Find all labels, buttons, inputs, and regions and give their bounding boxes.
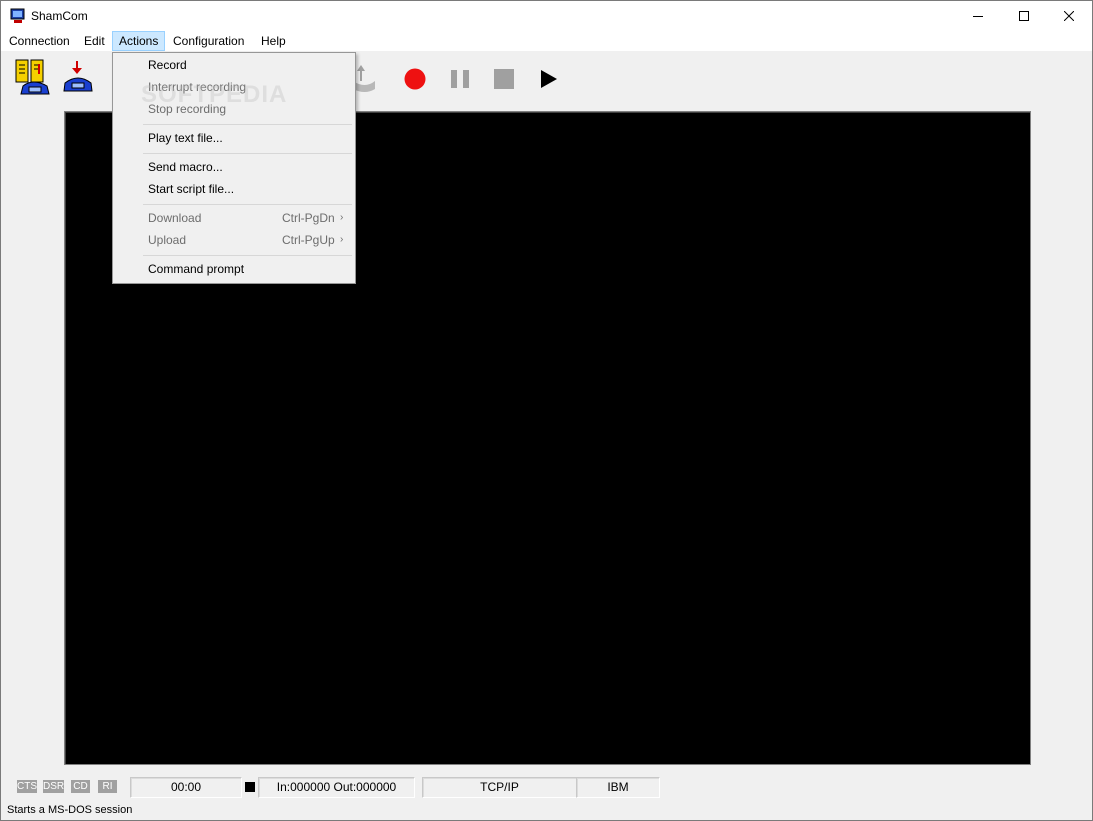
menu-item-send-macro[interactable]: Send macro... (115, 156, 353, 178)
menu-configuration[interactable]: Configuration (167, 32, 250, 50)
protocol-panel: TCP/IP (422, 777, 577, 798)
led-cts: CTS (17, 780, 37, 793)
stop-button[interactable] (491, 66, 517, 92)
menu-item-upload[interactable]: Upload Ctrl-PgUp › (115, 229, 353, 251)
menu-separator (143, 124, 352, 125)
record-icon (404, 68, 426, 90)
led-cd: CD (71, 780, 90, 793)
maximize-icon (1019, 11, 1029, 21)
menu-separator (143, 153, 352, 154)
phonebook-icon (15, 59, 50, 95)
emulation-panel: IBM (576, 777, 660, 798)
pause-icon (451, 70, 469, 88)
maximize-button[interactable] (1001, 1, 1047, 31)
hangup-icon (63, 61, 93, 92)
menu-item-start-script-file[interactable]: Start script file... (115, 178, 353, 200)
play-icon (541, 70, 557, 88)
phonebook-button[interactable] (13, 56, 53, 98)
chevron-right-icon: › (340, 212, 344, 223)
chevron-right-icon: › (340, 234, 344, 245)
menu-connection[interactable]: Connection (3, 32, 76, 50)
stop-icon (494, 69, 514, 89)
status-message: Starts a MS-DOS session (7, 804, 133, 816)
play-button[interactable] (536, 66, 562, 92)
menu-help[interactable]: Help (255, 32, 292, 50)
menu-item-command-prompt[interactable]: Command prompt (115, 258, 353, 280)
minimize-button[interactable] (955, 1, 1001, 31)
window-title: ShamCom (31, 9, 88, 23)
led-dsr: DSR (43, 780, 65, 793)
recording-indicator-icon (245, 782, 255, 792)
close-button[interactable] (1046, 1, 1092, 31)
title-bar: ShamCom (1, 1, 1092, 31)
close-icon (1064, 11, 1074, 21)
menu-item-download[interactable]: Download Ctrl-PgDn › (115, 207, 353, 229)
watermark: SOFTPEDIA (141, 81, 288, 108)
menu-item-play-text-file[interactable]: Play text file... (115, 127, 353, 149)
record-button[interactable] (402, 66, 428, 92)
menu-actions[interactable]: Actions (112, 31, 166, 51)
pause-button[interactable] (447, 66, 473, 92)
app-window: ShamCom Connection Edit Actions Configur… (0, 0, 1093, 821)
minimize-icon (973, 16, 983, 17)
menu-separator (143, 255, 352, 256)
menu-bar: Connection Edit Actions Configuration He… (1, 31, 1092, 51)
hangup-button[interactable] (62, 59, 94, 95)
menu-edit[interactable]: Edit (78, 32, 111, 50)
app-icon (10, 8, 26, 24)
menu-separator (143, 204, 352, 205)
actions-dropdown-menu: Record Interrupt recording Stop recordin… (112, 52, 356, 284)
bytes-counter-panel: In:000000 Out:000000 (258, 777, 415, 798)
led-ri: RI (98, 780, 117, 793)
menu-item-record[interactable]: Record (115, 54, 353, 76)
timer-panel: 00:00 (130, 777, 242, 798)
